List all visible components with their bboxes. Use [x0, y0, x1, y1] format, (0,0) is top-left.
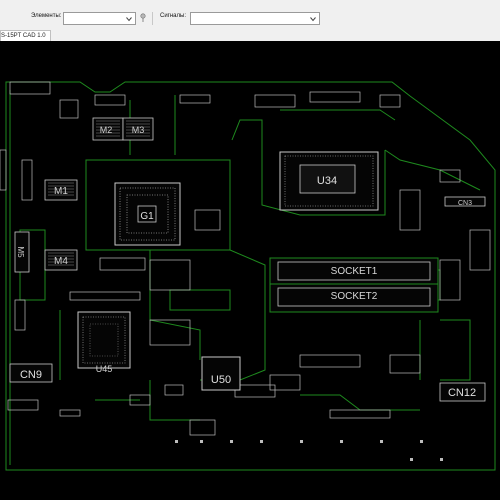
label-socket2: SOCKET2	[331, 291, 378, 302]
elements-label: Элементы:	[31, 13, 62, 19]
chevron-down-icon	[126, 17, 132, 22]
chip-u45[interactable]: U45	[77, 311, 131, 374]
toolbar-separator	[152, 12, 153, 25]
label-socket1: SOCKET1	[331, 266, 378, 277]
chip-g1[interactable]: G1	[114, 182, 181, 246]
board-canvas[interactable]: G1 U34 M2 M3 M1 M4 M5 SOCKET1 SOCKET2 U4…	[0, 41, 500, 500]
socket1[interactable]: SOCKET1	[269, 257, 439, 287]
label-cn12: CN12	[448, 387, 476, 399]
pin-icon[interactable]	[138, 13, 148, 23]
chip-u50[interactable]: U50	[201, 356, 241, 391]
label-g1: G1	[140, 211, 154, 222]
label-m2: M2	[100, 125, 113, 135]
label-m4: M4	[54, 256, 68, 267]
label-m3: M3	[132, 125, 145, 135]
chip-u34[interactable]: U34	[279, 151, 379, 211]
connector-cn12[interactable]: CN12	[439, 382, 486, 402]
toolbar: Элементы: Сигналы:	[0, 0, 500, 30]
signals-combobox[interactable]	[190, 12, 320, 25]
chevron-down-icon	[310, 17, 316, 22]
label-u45: U45	[96, 364, 113, 374]
label-m5: M5	[16, 246, 25, 258]
label-m1: M1	[54, 186, 68, 197]
label-u50: U50	[211, 374, 231, 386]
socket2[interactable]: SOCKET2	[269, 283, 439, 313]
label-cn3: CN3	[458, 200, 472, 207]
label-u34: U34	[317, 175, 337, 187]
label-cn9: CN9	[20, 369, 42, 381]
connector-cn9[interactable]: CN9	[9, 363, 53, 383]
connector-cn3[interactable]: CN3	[444, 196, 486, 207]
elements-combobox[interactable]	[63, 12, 136, 25]
pcb-board-view[interactable]: G1 U34 M2 M3 M1 M4 M5 SOCKET1 SOCKET2 U4…	[0, 41, 500, 500]
signals-label: Сигналы:	[160, 13, 187, 19]
